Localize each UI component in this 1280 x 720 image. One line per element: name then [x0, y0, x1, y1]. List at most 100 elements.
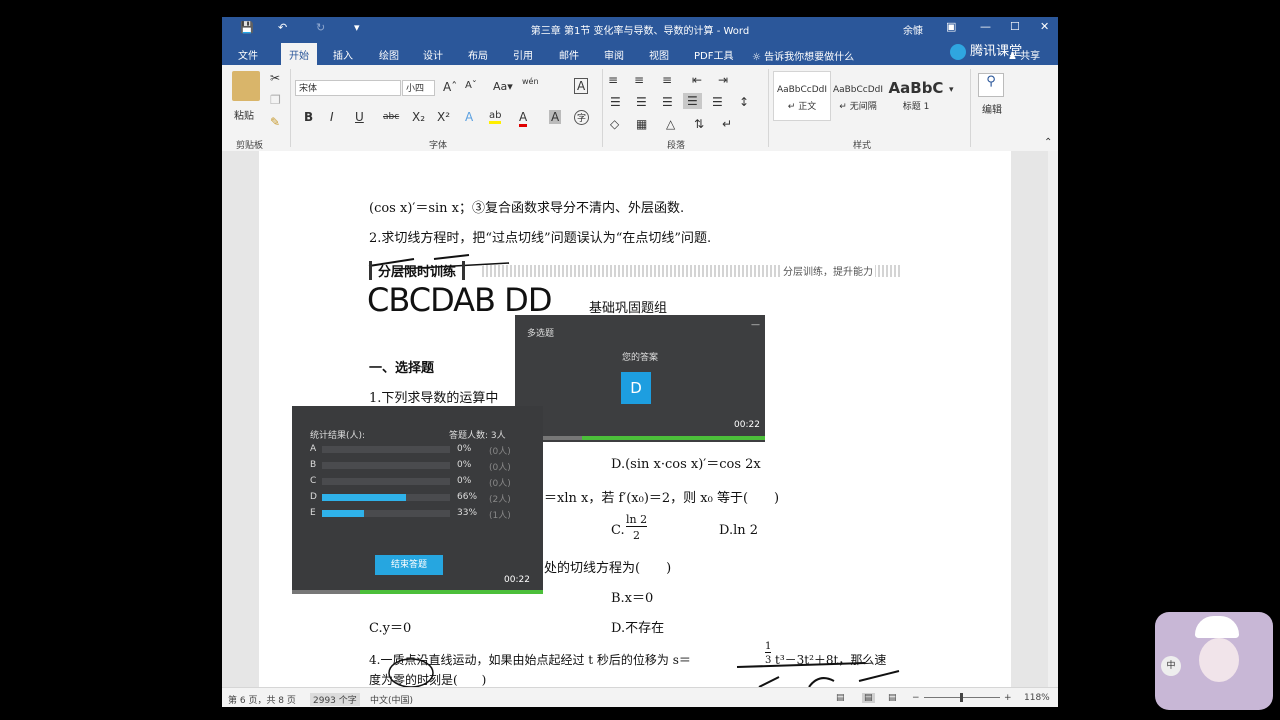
- zoom-level[interactable]: 118%: [1024, 693, 1050, 703]
- superscript-icon[interactable]: X²: [437, 110, 450, 124]
- highlight-icon[interactable]: ab: [489, 110, 502, 124]
- maximize-icon[interactable]: ☐: [1010, 20, 1020, 33]
- group-label-paragraph: 段落: [667, 141, 686, 151]
- align-right-icon[interactable]: ☰: [662, 95, 673, 109]
- edit-label[interactable]: 编辑: [982, 101, 1002, 116]
- tab-design[interactable]: 设计: [423, 47, 443, 62]
- enclose-characters-icon[interactable]: 字: [574, 110, 590, 125]
- justify-icon[interactable]: ☰: [683, 93, 702, 109]
- stats-total: 答题人数: 3人: [449, 431, 506, 441]
- option-percent: 0%: [457, 460, 472, 470]
- show-marks-icon[interactable]: ↵: [722, 117, 732, 131]
- font-size-combo[interactable]: 小四: [402, 80, 435, 96]
- doc-paragraph: 2.求切线方程时，把“过点切线”问题误认为“在点切线”问题.: [369, 231, 712, 246]
- tab-review[interactable]: 审阅: [604, 47, 624, 62]
- zoom-thumb[interactable]: [960, 693, 963, 702]
- shading-icon[interactable]: ◇: [610, 117, 619, 131]
- styles-more-icon[interactable]: ▾: [949, 85, 954, 95]
- copy-icon[interactable]: ❐: [270, 93, 281, 107]
- word-count[interactable]: 2993 个字: [310, 693, 360, 706]
- character-shading-icon[interactable]: A: [549, 110, 562, 124]
- multilevel-list-icon[interactable]: ≡: [662, 73, 672, 87]
- stats-progress-elapsed: [292, 590, 360, 594]
- shrink-font-icon[interactable]: Aˇ: [465, 80, 477, 91]
- web-layout-icon[interactable]: ▤: [888, 693, 897, 703]
- phonetic-guide-icon[interactable]: wén: [522, 77, 539, 86]
- minimize-icon[interactable]: —: [980, 20, 991, 33]
- format-painter-icon[interactable]: ✎: [270, 115, 280, 129]
- minimize-icon[interactable]: —: [751, 320, 760, 330]
- tab-draw[interactable]: 绘图: [379, 47, 399, 62]
- align-center-icon[interactable]: ☰: [636, 95, 647, 109]
- search-icon[interactable]: ⚲: [978, 73, 1004, 97]
- align-left-icon[interactable]: ☰: [610, 95, 621, 109]
- tab-view[interactable]: 视图: [649, 47, 669, 62]
- paste-icon[interactable]: [232, 71, 260, 101]
- tell-me-box[interactable]: ☼ 告诉我你想要做什么: [752, 48, 854, 63]
- bold-icon[interactable]: B: [304, 110, 313, 124]
- numbering-icon[interactable]: ≡: [634, 73, 644, 87]
- bullets-icon[interactable]: ≡: [608, 73, 618, 87]
- collapse-ribbon-icon[interactable]: ⌃: [1044, 137, 1052, 148]
- style-no-spacing[interactable]: AaBbCcDdI ↵ 无间隔: [830, 71, 886, 119]
- ribbon-display-icon[interactable]: ▣: [946, 20, 956, 33]
- grow-font-icon[interactable]: Aˆ: [443, 80, 457, 94]
- option-percent: 33%: [457, 508, 478, 518]
- brand-name: 腾讯课堂: [970, 44, 1023, 59]
- quiz-type: 多选题: [527, 329, 555, 339]
- doc-paragraph: 1.下列求导数的运算中: [369, 391, 499, 406]
- sort-icon[interactable]: ⇅: [694, 117, 704, 131]
- stats-timer: 00:22: [504, 575, 530, 585]
- change-case-icon[interactable]: Aa▾: [493, 80, 513, 93]
- stats-row-e: E 33% (1人): [310, 508, 530, 521]
- tab-mailings[interactable]: 邮件: [559, 47, 579, 62]
- character-border-icon[interactable]: A: [574, 78, 589, 94]
- font-color-icon[interactable]: A: [519, 110, 528, 127]
- tab-file[interactable]: 文件: [238, 47, 258, 62]
- increase-indent-icon[interactable]: ⇥: [718, 73, 728, 87]
- doc-paragraph: t³－3t²＋8t，那么速: [775, 653, 887, 667]
- tab-pdf-tools[interactable]: PDF工具: [694, 47, 733, 62]
- italic-icon[interactable]: I: [330, 110, 334, 124]
- tab-home[interactable]: 开始: [281, 43, 317, 65]
- tell-me-text: 告诉我你想要做什么: [764, 52, 855, 63]
- decrease-indent-icon[interactable]: ⇤: [692, 73, 702, 87]
- line-spacing-icon[interactable]: ↕: [739, 95, 749, 109]
- doc-option: C.: [611, 523, 625, 538]
- text-effects-icon[interactable]: A: [465, 110, 473, 124]
- strikethrough-icon[interactable]: abc: [383, 112, 399, 122]
- style-normal[interactable]: AaBbCcDdI ↵ 正文: [773, 71, 831, 121]
- fraction-numerator: ln 2: [626, 513, 648, 527]
- asian-layout-icon[interactable]: △: [666, 117, 675, 131]
- page-count[interactable]: 第 6 页，共 8 页: [228, 693, 296, 706]
- doc-option: D.(sin x·cos x)′＝cos 2x: [611, 457, 761, 472]
- cut-icon[interactable]: ✂: [270, 71, 280, 85]
- underline-icon[interactable]: U: [355, 110, 364, 124]
- your-answer-label: 您的答案: [621, 353, 658, 363]
- read-mode-icon[interactable]: ▤: [836, 693, 845, 703]
- tab-references[interactable]: 引用: [513, 47, 533, 62]
- mascot-avatar: 中: [1155, 612, 1273, 710]
- user-name[interactable]: 余慷: [903, 22, 923, 37]
- paste-label[interactable]: 粘贴: [234, 107, 254, 122]
- tab-layout[interactable]: 布局: [468, 47, 488, 62]
- print-layout-icon[interactable]: ▤: [862, 693, 875, 703]
- subscript-icon[interactable]: X₂: [412, 110, 425, 124]
- zoom-in-icon[interactable]: +: [1004, 693, 1012, 703]
- option-label: B: [310, 460, 317, 470]
- close-icon[interactable]: ✕: [1040, 20, 1049, 33]
- option-bar: [322, 510, 450, 517]
- stats-row-d: D 66% (2人): [310, 492, 530, 505]
- tab-insert[interactable]: 插入: [333, 47, 353, 62]
- option-bar: [322, 478, 450, 485]
- end-quiz-button[interactable]: 结束答题: [375, 555, 443, 575]
- style-heading-1[interactable]: AaBbC 标题 1: [888, 71, 944, 119]
- vertical-scrollbar[interactable]: [1048, 151, 1058, 687]
- input-method-icon: 中: [1161, 656, 1181, 676]
- stats-progress-remaining: [360, 590, 543, 594]
- font-name-combo[interactable]: 宋体: [295, 80, 401, 96]
- zoom-out-icon[interactable]: −: [912, 693, 920, 703]
- borders-icon[interactable]: ▦: [636, 117, 647, 131]
- distributed-icon[interactable]: ☰: [712, 95, 723, 109]
- language[interactable]: 中文(中国): [370, 693, 413, 706]
